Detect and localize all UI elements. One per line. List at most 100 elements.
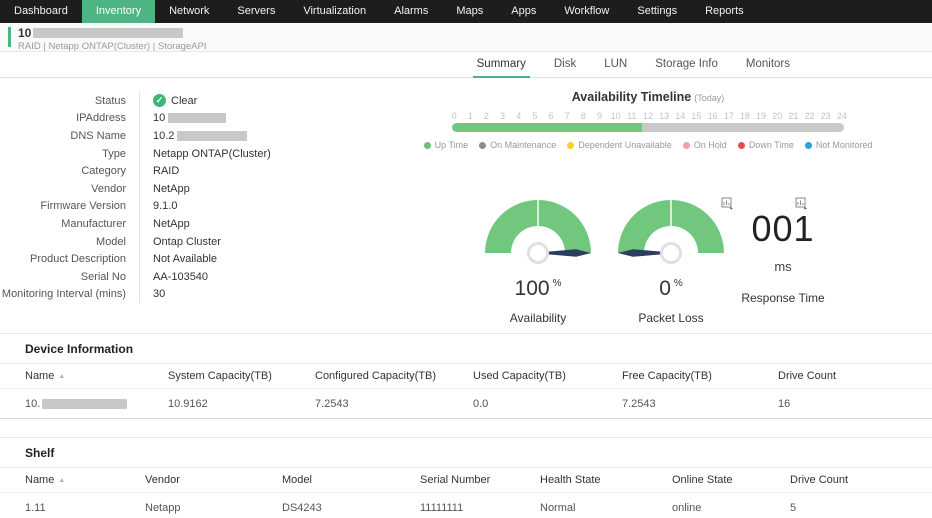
detail-row-status: Status ✓ Clear — [0, 92, 271, 110]
detail-value: Netapp ONTAP(Cluster) — [153, 147, 271, 160]
shelf-row: 1.11 Netapp DS4243 11111111 Normal onlin… — [0, 493, 932, 518]
response-time-label: Response Time — [741, 291, 825, 305]
cell-name: 10. — [25, 398, 168, 410]
tab-disk[interactable]: Disk — [552, 58, 578, 77]
gauge-dial — [618, 200, 724, 264]
ip-prefix: 10 — [153, 112, 166, 125]
redacted-dns — [177, 130, 248, 141]
response-time-block: 001 ms Response Time — [722, 200, 844, 305]
column-label: Name — [25, 474, 55, 486]
legend-label: On Maintenance — [490, 140, 557, 150]
nav-item-servers[interactable]: Servers — [223, 0, 289, 23]
sort-asc-icon: ▲ — [58, 477, 66, 484]
legend-item-down-time: Down Time — [737, 140, 794, 150]
column-header-free-capacity[interactable]: Free Capacity(TB) — [622, 370, 778, 382]
column-header-online-state[interactable]: Online State — [672, 474, 790, 486]
detail-row-ipaddress: IPAddress 10 — [0, 109, 271, 128]
legend-dot — [737, 141, 745, 149]
detail-row-firmware-version: Firmware Version 9.1.0 — [0, 197, 271, 216]
status-value: ✓ Clear — [140, 94, 198, 108]
column-header-vendor[interactable]: Vendor — [145, 474, 282, 486]
nav-item-apps[interactable]: Apps — [497, 0, 550, 23]
column-header-drive-count[interactable]: Drive Count — [790, 474, 932, 486]
nav-item-maps[interactable]: Maps — [442, 0, 497, 23]
hour-tick: 12 — [642, 111, 653, 121]
legend-item-not-monitored: Not Monitored — [804, 140, 872, 150]
detail-label: Manufacturer — [0, 215, 140, 233]
device-details: Status ✓ Clear IPAddress 10 DNS Name 10.… — [0, 92, 271, 304]
device-subtitle: RAID | Netapp ONTAP(Cluster) | StorageAP… — [18, 41, 207, 52]
cell-free-capacity: 7.2543 — [622, 397, 656, 410]
device-information-header: Name ▲ System Capacity(TB) Configured Cap… — [0, 364, 932, 389]
hour-tick: 11 — [627, 111, 637, 121]
hour-tick: 17 — [723, 111, 734, 121]
detail-row-category: Category RAID — [0, 162, 271, 180]
availability-label: Availability — [509, 311, 567, 325]
tab-summary[interactable]: Summary — [472, 58, 531, 78]
detail-value: 10 — [140, 112, 227, 125]
hour-tick: 24 — [836, 111, 847, 121]
nav-item-network[interactable]: Network — [155, 0, 223, 23]
detail-label: Type — [0, 144, 140, 163]
legend-item-on-hold: On Hold — [682, 140, 727, 150]
column-header-drive-count[interactable]: Drive Count — [778, 370, 932, 382]
detail-label: Firmware Version — [0, 197, 140, 216]
accent-bar — [8, 27, 11, 47]
hour-tick: 13 — [659, 111, 670, 121]
detail-value: RAID — [153, 165, 180, 178]
cell-used-capacity: 0.0 — [473, 397, 489, 410]
gauge-dial — [485, 200, 591, 264]
detail-value: 30 — [153, 288, 166, 301]
detail-value: 9.1.0 — [153, 200, 178, 213]
legend-item-up-time: Up Time — [423, 140, 468, 150]
column-header-name[interactable]: Name ▲ — [25, 474, 145, 486]
nav-item-dashboard[interactable]: Dashboard — [0, 0, 82, 23]
response-time-value: 001 — [751, 208, 815, 249]
timeline-legend: Up Time On Maintenance Dependent Unavail… — [423, 140, 872, 150]
dns-prefix: 10.2 — [153, 129, 175, 142]
column-header-configured-capacity[interactable]: Configured Capacity(TB) — [315, 370, 473, 382]
status-text: Clear — [171, 94, 198, 107]
packet-loss-value: 0% — [617, 277, 725, 301]
packet-loss-number: 0 — [659, 277, 671, 300]
detail-row-product-description: Product Description Not Available — [0, 250, 271, 268]
redacted-device-name — [33, 28, 184, 38]
hour-tick: 6 — [548, 111, 554, 121]
nav-item-alarms[interactable]: Alarms — [380, 0, 442, 23]
nav-item-virtualization[interactable]: Virtualization — [289, 0, 380, 23]
gauge-hub — [527, 242, 549, 264]
column-header-model[interactable]: Model — [282, 474, 420, 486]
detail-label: DNS Name — [0, 127, 140, 145]
column-header-name[interactable]: Name ▲ — [25, 370, 168, 382]
hour-tick: 7 — [564, 111, 570, 121]
column-header-health-state[interactable]: Health State — [540, 474, 672, 486]
gauge-hub — [660, 242, 682, 264]
timeline-bar[interactable] — [452, 123, 844, 132]
cell-drive-count: 16 — [778, 397, 791, 410]
detail-row-type: Type Netapp ONTAP(Cluster) — [0, 144, 271, 163]
nav-item-settings[interactable]: Settings — [623, 0, 691, 23]
column-header-system-capacity[interactable]: System Capacity(TB) — [168, 370, 315, 382]
detail-label: Vendor — [0, 179, 140, 198]
page: Dashboard Inventory Network Servers Virt… — [0, 0, 932, 518]
nav-item-workflow[interactable]: Workflow — [550, 0, 623, 23]
cell-health-state: Normal — [540, 501, 576, 514]
legend-label: Dependent Unavailable — [578, 140, 672, 150]
hour-tick: 2 — [483, 111, 489, 121]
detail-value: NetApp — [153, 217, 190, 230]
detail-row-manufacturer: Manufacturer NetApp — [0, 215, 271, 233]
tab-lun[interactable]: LUN — [602, 58, 629, 77]
detail-value: Not Available — [153, 253, 218, 266]
tab-monitors[interactable]: Monitors — [744, 58, 792, 77]
detail-label: Serial No — [0, 267, 140, 286]
detail-label: Monitoring Interval (mins) — [0, 285, 140, 304]
nav-item-inventory[interactable]: Inventory — [81, 0, 156, 23]
column-header-used-capacity[interactable]: Used Capacity(TB) — [473, 370, 622, 382]
tab-storage-info[interactable]: Storage Info — [653, 58, 720, 77]
timeline-title: Availability Timeline (Today) — [440, 90, 856, 104]
hour-tick: 10 — [610, 111, 621, 121]
timeline-uptime-fill — [452, 123, 643, 132]
nav-item-reports[interactable]: Reports — [691, 0, 758, 23]
shelf-title: Shelf — [0, 438, 932, 468]
column-header-serial-number[interactable]: Serial Number — [420, 474, 540, 486]
